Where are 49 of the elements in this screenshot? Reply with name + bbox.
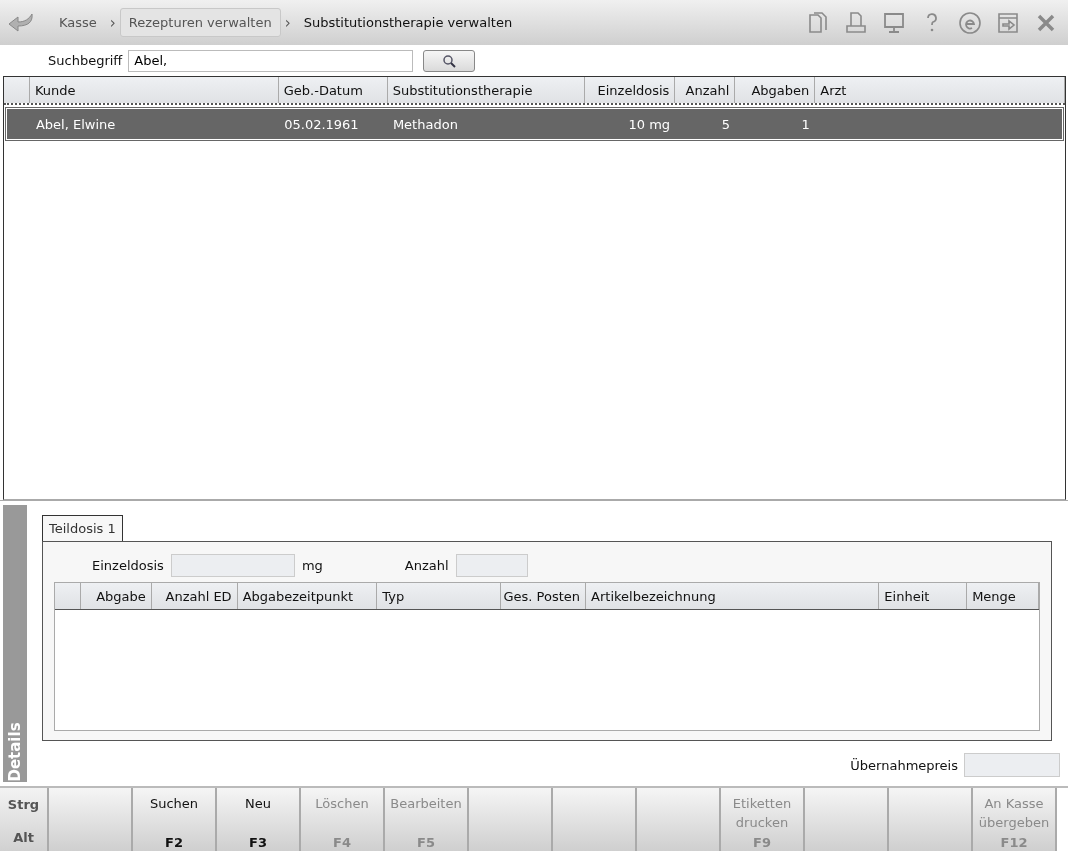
modifier-key-label[interactable]: Alt: [13, 830, 34, 845]
function-key-button[interactable]: Suchen F2: [133, 788, 217, 851]
column-header[interactable]: Abgabezeitpunkt: [237, 583, 378, 609]
anzahl-label: Anzahl: [404, 557, 449, 573]
column-header[interactable]: Einzeldosis: [585, 77, 676, 103]
table-cell-text: Abel, Elwine: [34, 115, 117, 134]
einzeldosis-label: Einzeldosis: [92, 557, 164, 573]
einzeldosis-field[interactable]: [170, 553, 295, 577]
table-row[interactable]: Abel, Elwine 05.02.1961 Methadon 10 mg 5 1: [6, 108, 1063, 140]
column-header[interactable]: Abgabe: [80, 583, 152, 609]
documents-icon[interactable]: [806, 10, 830, 35]
table-cell-text: 1: [800, 115, 811, 134]
column-header[interactable]: Anzahl: [675, 77, 736, 103]
tab[interactable]: Teildosis 1: [42, 515, 123, 541]
column-header[interactable]: Anzahl ED: [151, 583, 238, 609]
breadcrumb-item[interactable]: Rezepturen verwalten: [119, 8, 281, 37]
anzahl-field[interactable]: [455, 553, 528, 577]
breadcrumb-item[interactable]: Substitutionstherapie verwalten: [294, 8, 522, 37]
column-header[interactable]: Menge: [967, 583, 1039, 609]
modifier-key-label[interactable]: Strg: [7, 797, 40, 812]
column-header[interactable]: Kunde: [30, 77, 279, 103]
price-label: Übernahmepreis: [850, 757, 958, 773]
column-header[interactable]: Einheit: [879, 583, 968, 609]
column-header[interactable]: Ges. Posten: [501, 583, 587, 609]
column-header[interactable]: Abgaben: [735, 77, 816, 103]
breadcrumb-item[interactable]: Kasse: [50, 8, 106, 37]
breadcrumb-separator: ›: [284, 13, 291, 32]
column-header[interactable]: Arzt: [815, 77, 1065, 103]
exit-window-icon[interactable]: [996, 10, 1020, 35]
table-cell-text: 5: [720, 115, 731, 134]
column-header[interactable]: Geb.-Datum: [278, 77, 388, 103]
monitor-icon[interactable]: [882, 10, 906, 35]
e-circle-icon[interactable]: [958, 10, 982, 35]
search-label: Suchbegriff: [48, 53, 123, 68]
function-key-button[interactable]: Neu F3: [217, 788, 301, 851]
search-button[interactable]: [423, 49, 476, 72]
table-cell-text: Methadon: [391, 115, 459, 134]
row-selector-header: [4, 77, 30, 103]
column-header[interactable]: Artikelbezeichnung: [586, 583, 880, 609]
column-header[interactable]: Substitutionstherapie: [387, 77, 586, 103]
search-field[interactable]: Abel,: [128, 49, 414, 72]
printer-icon[interactable]: [844, 10, 868, 35]
column-header[interactable]: Typ: [377, 583, 502, 609]
search-icon: [442, 53, 457, 68]
table-cell-text: 10 mg: [627, 115, 672, 134]
table-cell-text: 05.02.1961: [283, 115, 360, 134]
unit-label: mg: [301, 557, 323, 573]
breadcrumb-separator: ›: [109, 13, 116, 32]
price-field[interactable]: [964, 753, 1060, 777]
